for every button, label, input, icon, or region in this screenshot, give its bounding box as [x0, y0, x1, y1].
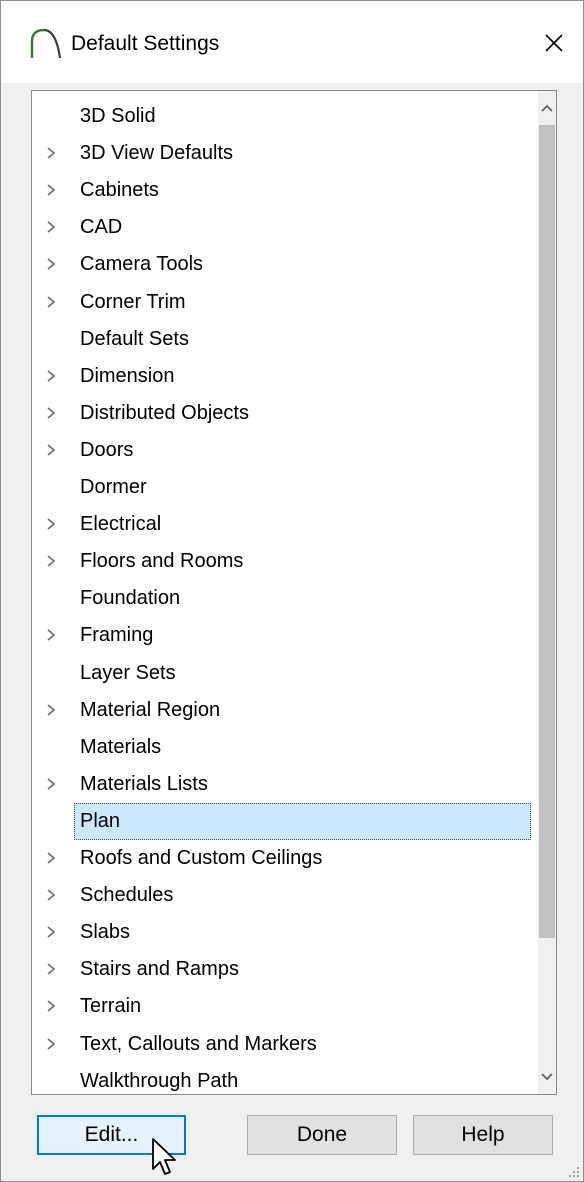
tree-item-label: Foundation: [80, 587, 181, 610]
tree-item[interactable]: Layer Sets: [32, 655, 538, 692]
chevron-right-icon[interactable]: [45, 962, 57, 976]
chevron-right-icon[interactable]: [45, 851, 57, 865]
tree-item[interactable]: Dimension: [32, 358, 538, 395]
tree-item-label: Doors: [80, 438, 134, 461]
tree-item[interactable]: Schedules: [32, 877, 538, 914]
selection-highlight: [74, 802, 531, 840]
tree-item[interactable]: Dormer: [32, 469, 538, 506]
tree-item-label: Dimension: [80, 364, 175, 387]
chevron-down-icon: [541, 1073, 553, 1081]
tree-item-label: Schedules: [80, 884, 174, 907]
tree-item-label: Distributed Objects: [80, 401, 249, 424]
tree-item[interactable]: Framing: [32, 617, 538, 654]
tree-item[interactable]: Default Sets: [32, 321, 538, 358]
tree-item-label: Materials Lists: [80, 772, 208, 795]
resize-grip-icon[interactable]: [567, 1165, 581, 1179]
chevron-right-icon[interactable]: [45, 999, 57, 1013]
arch-icon: [30, 28, 62, 59]
scroll-down-button[interactable]: [538, 1060, 556, 1094]
chevron-right-icon[interactable]: [45, 369, 57, 383]
tree-item-label: Layer Sets: [80, 661, 176, 684]
tree-item[interactable]: Terrain: [32, 988, 538, 1025]
tree-item[interactable]: Cabinets: [32, 172, 538, 209]
tree-item-label: Dormer: [80, 476, 147, 498]
tree-item-label: Electrical: [80, 513, 162, 536]
tree-item-label: Camera Tools: [80, 253, 204, 276]
tree-item-label: 3D View Defaults: [80, 142, 234, 165]
tree-item[interactable]: Walkthrough Path: [32, 1063, 538, 1094]
tree-item[interactable]: CAD: [32, 209, 538, 246]
scroll-thumb[interactable]: [539, 125, 555, 938]
tree-item[interactable]: Material Region: [32, 692, 538, 729]
default-settings-dialog: Default Settings 3D Solid 3D View Default…: [0, 0, 584, 1182]
tree-item-label: Framing: [80, 624, 154, 647]
chevron-right-icon[interactable]: [45, 443, 57, 457]
tree-item[interactable]: Slabs: [32, 914, 538, 951]
tree-item-label: Material Region: [80, 698, 221, 721]
chevron-right-icon[interactable]: [45, 554, 57, 568]
tree-item-label: Terrain: [80, 995, 142, 1018]
chevron-right-icon[interactable]: [45, 925, 57, 939]
chevron-right-icon[interactable]: [45, 220, 57, 234]
tree-item-label: Plan: [80, 809, 121, 832]
tree-item[interactable]: Foundation: [32, 580, 538, 617]
tree-item[interactable]: Corner Trim: [32, 284, 538, 321]
tree-item[interactable]: 3D Solid: [32, 98, 538, 135]
tree-item[interactable]: Floors and Rooms: [32, 543, 538, 580]
scroll-up-button[interactable]: [538, 91, 556, 125]
chevron-right-icon[interactable]: [45, 888, 57, 902]
chevron-right-icon[interactable]: [45, 777, 57, 791]
tree-item-label: CAD: [80, 216, 123, 239]
chevron-right-icon[interactable]: [45, 1037, 57, 1051]
tree-item[interactable]: Distributed Objects: [32, 395, 538, 432]
tree-item-label: Roofs and Custom Ceilings: [80, 847, 323, 869]
chevron-right-icon[interactable]: [45, 517, 57, 531]
chevron-right-icon[interactable]: [45, 406, 57, 420]
tree-item[interactable]: Text, Callouts and Markers: [32, 1026, 538, 1063]
chevron-right-icon[interactable]: [45, 628, 57, 642]
tree-item-label: Text, Callouts and Markers: [80, 1032, 317, 1055]
help-button[interactable]: Help: [413, 1115, 553, 1155]
chevron-up-icon: [541, 104, 553, 112]
tree-item-label: Default Sets: [80, 327, 189, 350]
mouse-pointer-icon: [152, 1138, 176, 1175]
close-button[interactable]: [533, 23, 575, 63]
tree-item-label: Slabs: [80, 921, 131, 944]
tree-item[interactable]: Roofs and Custom Ceilings: [32, 840, 538, 877]
tree-item-label: Corner Trim: [80, 290, 186, 313]
chevron-right-icon[interactable]: [45, 703, 57, 717]
tree-item-label: 3D Solid: [80, 105, 156, 127]
chevron-right-icon[interactable]: [45, 183, 57, 197]
title-bar: Default Settings: [1, 1, 583, 83]
dialog-title: Default Settings: [71, 32, 220, 55]
close-icon: [545, 34, 563, 52]
done-button[interactable]: Done: [247, 1115, 397, 1155]
tree-item[interactable]: Materials Lists: [32, 766, 538, 803]
tree-item[interactable]: Stairs and Ramps: [32, 951, 538, 988]
tree-item[interactable]: Doors: [32, 432, 538, 469]
tree-item-label: Materials: [80, 735, 162, 758]
tree-item-label: Walkthrough Path: [80, 1069, 239, 1092]
tree-item[interactable]: Electrical: [32, 506, 538, 543]
chevron-right-icon[interactable]: [45, 146, 57, 160]
tree-item[interactable]: Materials: [32, 729, 538, 766]
settings-tree-list[interactable]: 3D Solid 3D View Defaults Cabinets CAD Camer…: [31, 90, 557, 1095]
tree-item[interactable]: 3D View Defaults: [32, 135, 538, 172]
tree-item[interactable]: Camera Tools: [32, 246, 538, 283]
chevron-right-icon[interactable]: [45, 257, 57, 271]
tree-item-label: Cabinets: [80, 179, 159, 202]
chevron-right-icon[interactable]: [45, 295, 57, 309]
vertical-scrollbar[interactable]: [538, 91, 556, 1094]
tree-item[interactable]: Plan: [32, 802, 538, 840]
tree-item-label: Floors and Rooms: [80, 550, 244, 573]
tree-item-label: Stairs and Ramps: [80, 958, 239, 981]
